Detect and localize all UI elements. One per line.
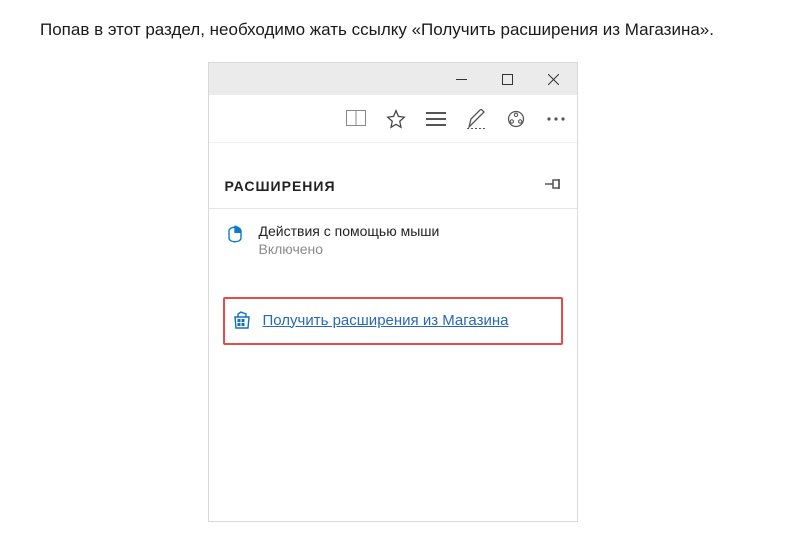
notes-icon[interactable] xyxy=(465,108,487,130)
store-icon xyxy=(233,311,251,329)
page-caption: Попав в этот раздел, необходимо жать ссы… xyxy=(40,20,745,40)
close-icon xyxy=(548,74,559,85)
titlebar xyxy=(209,63,577,95)
pin-button[interactable] xyxy=(545,177,561,194)
hub-icon[interactable] xyxy=(425,108,447,130)
extension-item[interactable]: Действия с помощью мыши Включено xyxy=(209,209,577,267)
share-icon[interactable] xyxy=(505,108,527,130)
extensions-title: РАСШИРЕНИЯ xyxy=(225,178,336,194)
maximize-button[interactable] xyxy=(485,63,531,95)
get-extensions-highlight: Получить расширения из Магазина xyxy=(223,297,563,345)
pin-icon xyxy=(545,177,561,191)
close-button[interactable] xyxy=(531,63,577,95)
minimize-button[interactable] xyxy=(439,63,485,95)
extensions-panel-header: РАСШИРЕНИЯ xyxy=(209,167,577,209)
toolbar xyxy=(209,95,577,143)
reading-view-icon[interactable] xyxy=(345,108,367,130)
get-extensions-link[interactable]: Получить расширения из Магазина xyxy=(263,312,509,329)
maximize-icon xyxy=(502,74,513,85)
favorites-icon[interactable] xyxy=(385,108,407,130)
extension-name: Действия с помощью мыши xyxy=(259,223,440,239)
minimize-icon xyxy=(456,74,467,85)
edge-window: РАСШИРЕНИЯ Действия с помощью мыши Включ… xyxy=(208,62,578,522)
mouse-gestures-icon xyxy=(227,223,245,243)
extension-status: Включено xyxy=(259,241,440,257)
more-icon[interactable] xyxy=(545,108,567,130)
